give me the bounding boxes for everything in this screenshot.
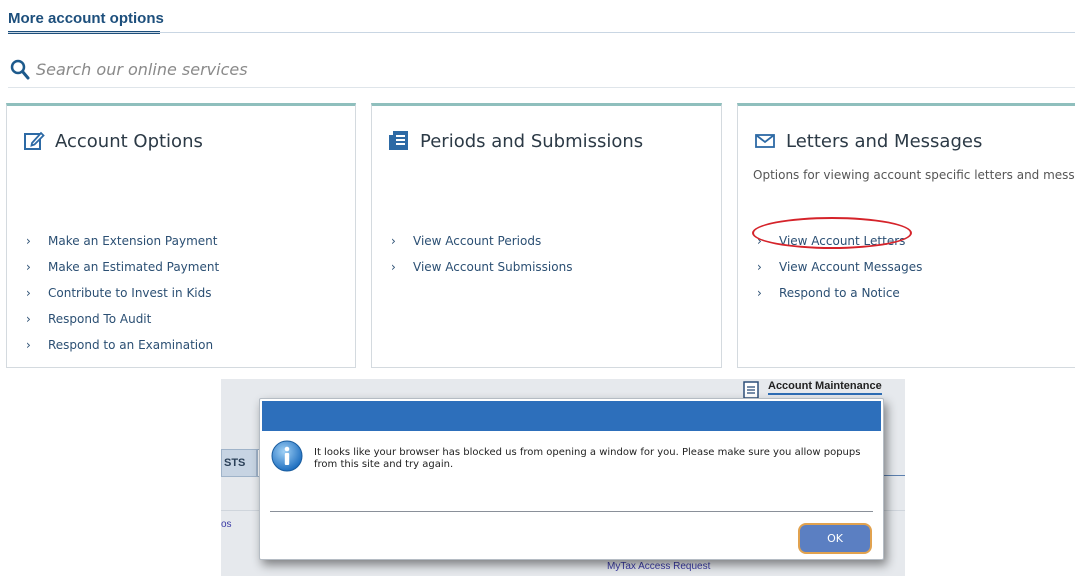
link-label: View Account Messages: [779, 260, 923, 274]
link-contribute-invest-in-kids[interactable]: › Contribute to Invest in Kids: [26, 280, 219, 306]
link-view-account-messages[interactable]: › View Account Messages: [757, 254, 922, 280]
ok-button[interactable]: OK: [798, 523, 872, 554]
link-respond-to-audit[interactable]: › Respond To Audit: [26, 306, 219, 332]
link-label: View Account Periods: [413, 234, 542, 248]
background-tab[interactable]: STS: [221, 449, 257, 477]
link-make-estimated-payment[interactable]: › Make an Estimated Payment: [26, 254, 219, 280]
chevron-right-icon: ›: [757, 234, 762, 248]
card-description: Options for viewing account specific let…: [753, 168, 1075, 182]
link-make-extension-payment[interactable]: › Make an Extension Payment: [26, 228, 219, 254]
more-account-options-tab[interactable]: More account options: [8, 10, 164, 27]
document-icon: [743, 381, 759, 399]
letters-messages-card: Letters and Messages Options for viewing…: [737, 103, 1075, 368]
chevron-right-icon: ›: [757, 286, 762, 300]
mytax-access-request-link[interactable]: MyTax Access Request: [607, 561, 710, 572]
edit-icon: [24, 131, 45, 150]
chevron-right-icon: ›: [26, 234, 31, 248]
chevron-right-icon: ›: [391, 234, 396, 248]
link-label: Respond To Audit: [48, 312, 152, 326]
link-label: Respond to a Notice: [779, 286, 900, 300]
link-view-account-submissions[interactable]: › View Account Submissions: [391, 254, 572, 280]
card-header: Periods and Submissions: [388, 130, 643, 152]
link-view-account-periods[interactable]: › View Account Periods: [391, 228, 572, 254]
link-label: Respond to an Examination: [48, 338, 214, 352]
search-divider: [8, 87, 1075, 88]
chevron-right-icon: ›: [26, 286, 31, 300]
card-title: Letters and Messages: [786, 130, 983, 152]
search-icon: [10, 59, 30, 80]
link-label: Make an Estimated Payment: [48, 260, 220, 274]
letters-messages-links: › View Account Letters › View Account Mess…: [757, 228, 922, 306]
envelope-icon: [755, 134, 775, 148]
chevron-right-icon: ›: [26, 338, 31, 352]
search-bar: [8, 56, 1075, 86]
link-view-account-letters[interactable]: › View Account Letters: [757, 228, 922, 254]
popup-blocked-dialog: It looks like your browser has blocked u…: [259, 398, 884, 560]
link-label: Contribute to Invest in Kids: [48, 286, 212, 300]
account-options-card: Account Options › Make an Extension Payme…: [6, 103, 356, 368]
document-list-icon: [389, 131, 408, 150]
info-icon: [271, 440, 303, 472]
account-options-links: › Make an Extension Payment › Make an Esti…: [26, 228, 219, 358]
chevron-right-icon: ›: [26, 312, 31, 326]
dialog-message: It looks like your browser has blocked u…: [314, 447, 861, 470]
card-header: Account Options: [23, 130, 203, 152]
account-maintenance-link[interactable]: Account Maintenance: [768, 380, 882, 395]
card-title: Account Options: [55, 130, 203, 152]
card-title: Periods and Submissions: [420, 130, 644, 152]
chevron-right-icon: ›: [757, 260, 762, 274]
search-input[interactable]: [36, 56, 636, 82]
chevron-right-icon: ›: [391, 260, 396, 274]
background-divider: [881, 475, 905, 476]
chevron-right-icon: ›: [26, 260, 31, 274]
link-label: View Account Submissions: [413, 260, 573, 274]
periods-submissions-card: Periods and Submissions › View Account Pe…: [371, 103, 722, 368]
link-respond-to-examination[interactable]: › Respond to an Examination: [26, 332, 219, 358]
dialog-divider: [270, 511, 873, 512]
card-header: Letters and Messages: [754, 130, 982, 152]
link-label: Make an Extension Payment: [48, 234, 218, 248]
link-respond-to-notice[interactable]: › Respond to a Notice: [757, 280, 922, 306]
link-label: View Account Letters: [779, 234, 906, 248]
background-link-fragment[interactable]: os: [221, 519, 232, 530]
periods-submissions-links: › View Account Periods › View Account Subm…: [391, 228, 572, 280]
header-divider: [8, 32, 1075, 33]
dialog-titlebar: [262, 401, 881, 431]
